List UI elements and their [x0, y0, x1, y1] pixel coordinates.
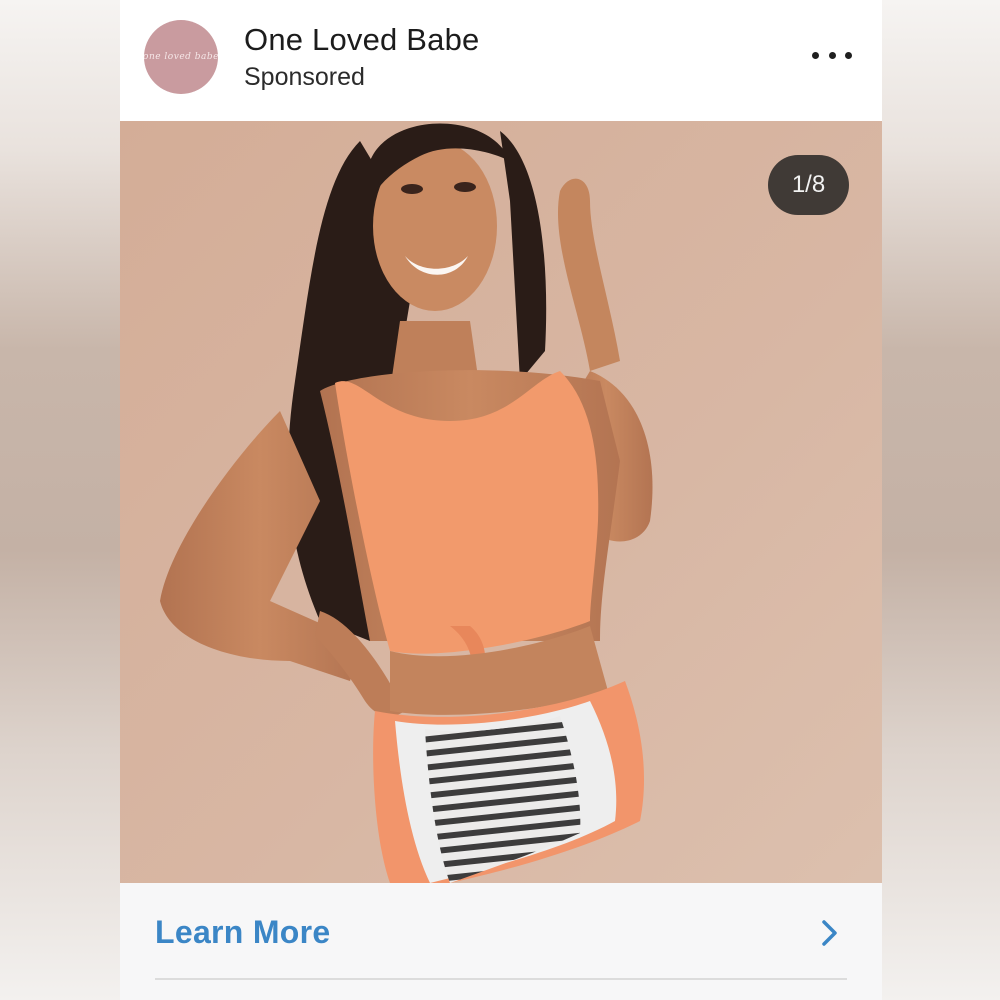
- sponsored-post-card: one loved babe One Loved Babe Sponsored: [120, 0, 882, 1000]
- background-blur-right: [882, 0, 1000, 1000]
- background-blur-left: [0, 0, 120, 1000]
- brand-avatar[interactable]: one loved babe: [144, 20, 218, 94]
- post-photo[interactable]: 1/8: [120, 121, 882, 883]
- chevron-right-icon[interactable]: [820, 919, 840, 947]
- divider: [155, 978, 847, 980]
- more-dot: [845, 51, 852, 59]
- more-horizontal-icon: [812, 51, 819, 59]
- image-counter-badge: 1/8: [768, 155, 849, 215]
- photo-illustration: [120, 121, 882, 883]
- brand-name[interactable]: One Loved Babe: [244, 22, 479, 58]
- learn-more-link[interactable]: Learn More: [155, 914, 330, 951]
- avatar-logo-text: one loved babe: [144, 52, 218, 62]
- more-options-button[interactable]: [812, 44, 852, 66]
- learn-more-bar[interactable]: Learn More: [120, 883, 882, 1000]
- more-dot: [828, 51, 836, 59]
- sponsored-label: Sponsored: [244, 63, 365, 91]
- post-header: one loved babe One Loved Babe Sponsored: [120, 0, 882, 121]
